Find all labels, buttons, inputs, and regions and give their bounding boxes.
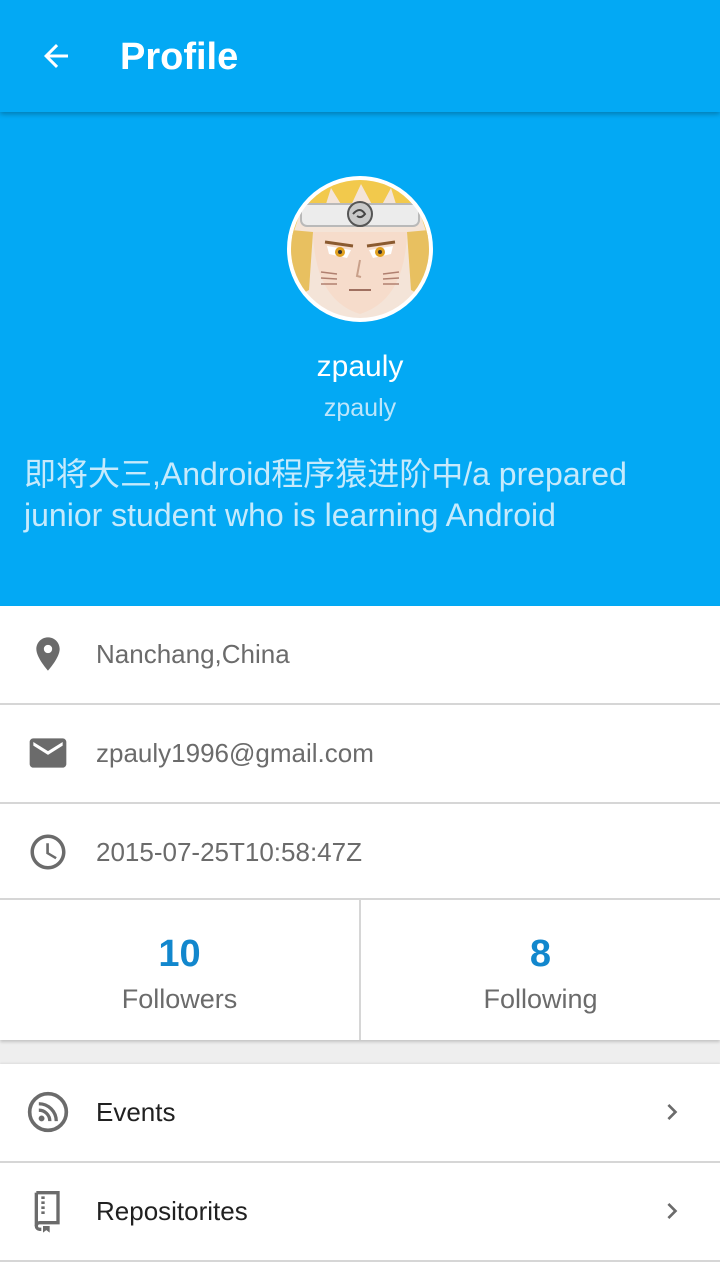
divider: [0, 1260, 720, 1262]
book-icon: [24, 1187, 72, 1235]
following-count: 8: [529, 933, 552, 975]
nav-item-events[interactable]: Events: [0, 1064, 720, 1161]
info-card: Nanchang,China zpauly1996@gmail.com 2015…: [0, 606, 720, 1040]
email-row[interactable]: zpauly1996@gmail.com: [0, 705, 720, 802]
chevron-right-icon: [656, 1195, 688, 1227]
avatar-image: [291, 180, 429, 318]
bio-text: 即将大三,Android程序猿进阶中/a prepared junior stu…: [24, 456, 627, 533]
nav-item-label: Events: [96, 1097, 176, 1127]
nav-item-label: Repositorites: [96, 1196, 248, 1226]
page-title: Profile: [120, 36, 239, 78]
nav-card: Events Repositorites: [0, 1064, 720, 1280]
profile-header: zpauly zpauly 即将大三,Android程序猿进阶中/a prepa…: [0, 112, 720, 606]
back-button[interactable]: [24, 24, 88, 88]
login-name: zpauly: [323, 394, 397, 422]
followers-label: Followers: [121, 984, 238, 1014]
following-stat[interactable]: 8 Following: [361, 900, 720, 1040]
followers-stat[interactable]: 10 Followers: [0, 900, 359, 1040]
joined-date-text: 2015-07-25T10:58:47Z: [96, 837, 362, 867]
joined-row: 2015-07-25T10:58:47Z: [0, 804, 720, 901]
email-icon: [24, 729, 72, 777]
rss-feed-icon: [24, 1088, 72, 1136]
email-text: zpauly1996@gmail.com: [96, 738, 374, 768]
display-name: zpauly: [316, 350, 404, 383]
location-text: Nanchang,China: [96, 639, 290, 669]
location-row: Nanchang,China: [0, 606, 720, 703]
followers-count: 10: [158, 933, 201, 975]
nav-item-repositories[interactable]: Repositorites: [0, 1163, 720, 1260]
clock-icon: [24, 828, 72, 876]
arrow-back-icon: [44, 44, 68, 68]
location-pin-icon: [24, 630, 72, 678]
app-bar: Profile: [0, 0, 720, 112]
chevron-right-icon: [656, 1096, 688, 1128]
avatar[interactable]: [287, 176, 433, 322]
following-label: Following: [483, 984, 598, 1014]
